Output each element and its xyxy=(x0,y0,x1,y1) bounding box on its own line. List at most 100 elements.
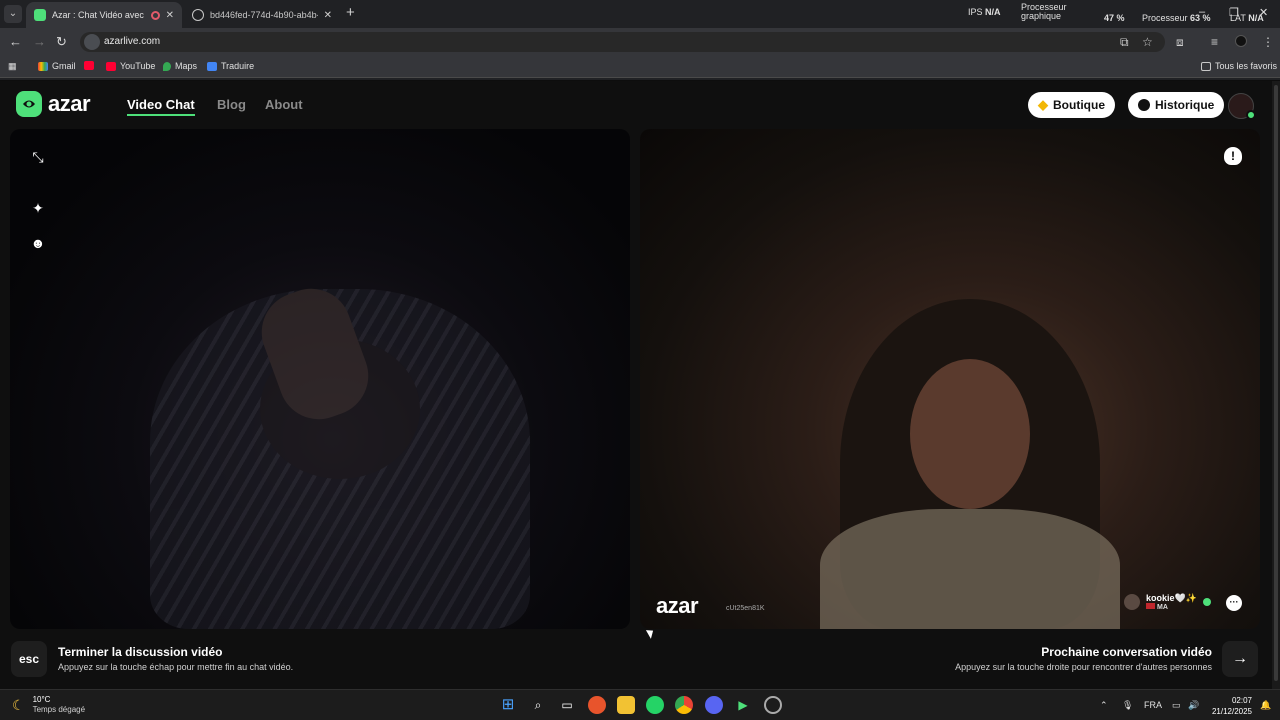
more-menu-icon[interactable]: ⋮ xyxy=(1262,35,1274,49)
end-chat-hint: Appuyez sur la touche échap pour mettre … xyxy=(58,662,294,672)
report-icon[interactable]: ! xyxy=(1224,147,1242,165)
close-tab-icon[interactable]: ✕ xyxy=(166,10,174,21)
historique-button[interactable]: Historique xyxy=(1128,92,1225,118)
restore-icon[interactable]: ❐ xyxy=(1229,6,1239,19)
translate-icon xyxy=(207,61,217,71)
azar-logo[interactable]: azar xyxy=(16,91,91,117)
bookmark-star-icon[interactable]: ☆ xyxy=(1142,35,1153,49)
peer-info[interactable]: kookie🤍✨ MA xyxy=(1124,593,1211,611)
bookmarks-bar: ▦ Gmail YouTube Maps Traduire Tous les f… xyxy=(0,56,1280,78)
windows-taskbar: ☾ 10°C Temps dégagé ⊞ ⌕ ▭ ▶ ⌃ 🎙 FRA ▭ 🔊 … xyxy=(0,689,1280,720)
reload-icon[interactable]: ↻ xyxy=(56,34,67,50)
close-window-icon[interactable]: ✕ xyxy=(1259,6,1268,19)
all-bookmarks-folder[interactable]: Tous les favoris xyxy=(1201,61,1277,71)
gmail-icon xyxy=(38,61,48,71)
task-view-icon[interactable]: ▭ xyxy=(558,696,576,714)
steam-icon[interactable] xyxy=(764,696,782,714)
url-text[interactable]: azarlive.com xyxy=(104,36,160,47)
azar-favicon-icon xyxy=(34,9,46,21)
bookmark-traduire[interactable]: Traduire xyxy=(207,61,254,71)
chrome-icon[interactable] xyxy=(675,696,693,714)
nav-video-chat[interactable]: Video Chat xyxy=(127,97,195,112)
network-icon[interactable]: ▭ xyxy=(1172,700,1181,711)
perf-gpu-value: 47 % xyxy=(1104,14,1125,23)
taskbar-clock[interactable]: 02:07 21/12/2025 xyxy=(1210,695,1252,717)
next-chat-button[interactable]: → xyxy=(1222,641,1258,677)
bookmark-maps[interactable]: Maps xyxy=(163,61,197,71)
perf-gpu-value-text: 47 % xyxy=(1104,13,1125,23)
windows-start-icon[interactable]: ⊞ xyxy=(499,696,517,714)
recording-icon xyxy=(150,10,160,20)
boutique-label: Boutique xyxy=(1053,98,1105,112)
morocco-flag-icon xyxy=(1146,603,1155,609)
minimize-icon[interactable]: – xyxy=(1199,6,1205,18)
bookmark-youtube[interactable]: YouTube xyxy=(106,61,155,71)
weather-widget[interactable]: ☾ 10°C Temps dégagé xyxy=(12,695,85,715)
browser-toolbar: ← → ↻ azarlive.com ⧉ ☆ ⧈ ≡ ⋮ xyxy=(0,28,1280,56)
session-id: cUt25en81K xyxy=(726,605,765,612)
self-video-person xyxy=(150,277,530,629)
peer-text: kookie🤍✨ MA xyxy=(1146,593,1197,611)
media-controls-icon[interactable]: ≡ xyxy=(1211,35,1218,49)
verified-icon xyxy=(1202,598,1211,606)
perf-ips-label: IPS xyxy=(968,7,983,17)
next-chat-hint: Appuyez sur la touche droite pour rencon… xyxy=(955,662,1212,672)
folder-icon xyxy=(1201,61,1211,71)
cast-icon[interactable]: ⧉ xyxy=(1120,35,1129,49)
effects-sparkle-icon[interactable]: ✦ xyxy=(30,200,46,216)
youtube-icon xyxy=(84,61,94,70)
new-tab-icon[interactable]: + xyxy=(346,5,355,21)
azar-logo-icon xyxy=(16,91,42,117)
perf-ips-value: N/A xyxy=(985,7,1001,17)
discord-icon[interactable] xyxy=(705,696,723,714)
whatsapp-icon[interactable] xyxy=(646,696,664,714)
language-indicator[interactable]: FRA xyxy=(1144,700,1162,710)
browser-chrome: ⌄ Azar : Chat Vidéo avec de n ✕ bd446fed… xyxy=(0,0,1280,80)
tab-search-button[interactable]: ⌄ xyxy=(4,5,22,23)
azar-app: azar Video Chat Blog About ◆ Boutique Hi… xyxy=(0,81,1272,689)
file-explorer-icon[interactable] xyxy=(617,696,635,714)
minimize-video-icon[interactable]: ⤡ xyxy=(30,149,46,165)
volume-icon[interactable]: 🔊 xyxy=(1188,700,1199,711)
search-icon[interactable]: ⌕ xyxy=(529,696,547,714)
close-tab-icon[interactable]: ✕ xyxy=(324,10,332,21)
tab-blob[interactable]: bd446fed-774d-4b90-ab4b-8c ✕ xyxy=(184,2,340,28)
microphone-icon[interactable]: 🎙 xyxy=(1122,700,1133,711)
tab-title: Azar : Chat Vidéo avec de n xyxy=(52,10,145,20)
tab-strip: ⌄ Azar : Chat Vidéo avec de n ✕ bd446fed… xyxy=(0,0,1280,28)
bookmark-youtube-icon-only[interactable] xyxy=(84,61,98,70)
app-orange-icon[interactable] xyxy=(588,696,606,714)
clock-time: 02:07 xyxy=(1231,696,1252,705)
media-player-icon[interactable]: ▶ xyxy=(734,696,752,714)
azar-watermark: azar xyxy=(656,593,699,618)
apps-grid-icon[interactable]: ▦ xyxy=(8,61,17,72)
perf-gpu-label: Processeur graphique xyxy=(1021,2,1067,21)
esc-key-button[interactable]: esc xyxy=(11,641,47,677)
face-filter-icon[interactable]: ☻ xyxy=(30,235,46,251)
peer-video: ! azar cUt25en81K kookie🤍✨ MA ··· xyxy=(640,129,1260,629)
end-chat-title: Terminer la discussion vidéo xyxy=(58,645,223,659)
tray-overflow-icon[interactable]: ⌃ xyxy=(1100,700,1108,711)
notification-icon[interactable]: 🔔 xyxy=(1260,700,1271,711)
user-avatar[interactable] xyxy=(1228,93,1256,120)
page-scrollbar[interactable] xyxy=(1272,81,1280,689)
scrollbar-thumb[interactable] xyxy=(1274,85,1278,681)
bookmark-gmail[interactable]: Gmail xyxy=(38,61,76,71)
clock-icon xyxy=(1138,99,1150,111)
chat-bubble-icon[interactable]: ··· xyxy=(1226,595,1242,611)
nav-about[interactable]: About xyxy=(265,97,303,112)
boutique-button[interactable]: ◆ Boutique xyxy=(1028,92,1115,118)
profile-icon[interactable] xyxy=(1235,35,1247,47)
back-icon[interactable]: ← xyxy=(9,34,22,50)
azar-logo-text: azar xyxy=(48,91,91,116)
extensions-icon[interactable]: ⧈ xyxy=(1176,35,1184,49)
bookmark-label: Traduire xyxy=(221,61,255,71)
weather-text: 10°C Temps dégagé xyxy=(33,695,85,715)
peer-name: kookie🤍✨ xyxy=(1146,593,1197,603)
tab-azar[interactable]: Azar : Chat Vidéo avec de n ✕ xyxy=(26,2,182,28)
forward-icon[interactable]: → xyxy=(33,34,46,50)
nav-blog[interactable]: Blog xyxy=(217,97,246,112)
address-bar[interactable]: azarlive.com xyxy=(80,32,1165,52)
site-info-icon[interactable] xyxy=(84,34,100,50)
perf-cpu-label: Processeur xyxy=(1142,13,1188,23)
